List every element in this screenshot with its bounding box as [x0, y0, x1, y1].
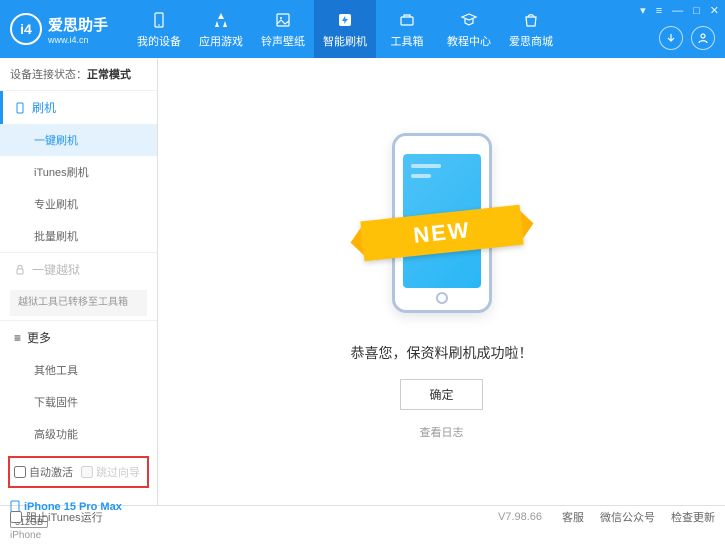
app-url: www.i4.cn [48, 35, 108, 45]
view-log-link[interactable]: 查看日志 [420, 424, 464, 440]
skip-wizard-checkbox[interactable]: 跳过向导 [81, 464, 140, 480]
close-icon[interactable]: ✕ [710, 4, 719, 17]
minimize-icon[interactable]: — [672, 5, 683, 17]
logo: i4 爱思助手 www.i4.cn [10, 13, 108, 45]
version-label: V7.98.66 [498, 511, 542, 523]
sidebar-head-jailbreak: 一键越狱 [0, 253, 157, 286]
toolbox-icon [397, 10, 417, 30]
apps-icon [211, 10, 231, 30]
footer-support[interactable]: 客服 [562, 509, 584, 525]
footer-wechat[interactable]: 微信公众号 [600, 509, 655, 525]
download-button[interactable] [659, 26, 683, 50]
main-content: NEW 恭喜您，保资料刷机成功啦！ 确定 查看日志 [158, 58, 725, 505]
list-icon: ≡ [14, 331, 21, 345]
options-box: 自动激活 跳过向导 [8, 456, 149, 488]
connection-status: 设备连接状态：正常模式 [0, 58, 157, 90]
sidebar-item-firmware[interactable]: 下载固件 [0, 386, 157, 418]
auto-activate-checkbox[interactable]: 自动激活 [14, 464, 73, 480]
app-header: i4 爱思助手 www.i4.cn 我的设备 应用游戏 铃声壁纸 智能刷机 工具… [0, 0, 725, 58]
sidebar-item-pro[interactable]: 专业刷机 [0, 188, 157, 220]
tutorial-icon [459, 10, 479, 30]
nav-tutorials[interactable]: 教程中心 [438, 0, 500, 58]
phone-icon [14, 102, 26, 114]
lock-icon [14, 264, 26, 276]
ok-button[interactable]: 确定 [400, 379, 482, 410]
sidebar-head-more[interactable]: ≡更多 [0, 321, 157, 354]
nav-ringtones[interactable]: 铃声壁纸 [252, 0, 314, 58]
block-itunes-checkbox[interactable]: 阻止iTunes运行 [10, 509, 103, 525]
store-icon [521, 10, 541, 30]
maximize-icon[interactable]: □ [693, 5, 700, 17]
sidebar-head-flash[interactable]: 刷机 [0, 91, 157, 124]
flash-icon [335, 10, 355, 30]
phone-illustration: NEW [372, 123, 512, 323]
device-icon [149, 10, 169, 30]
sidebar-item-batch[interactable]: 批量刷机 [0, 220, 157, 252]
sidebar-item-other[interactable]: 其他工具 [0, 354, 157, 386]
device-type: iPhone [10, 530, 147, 541]
settings-icon[interactable]: ≡ [656, 5, 662, 17]
logo-icon: i4 [10, 13, 42, 45]
sidebar-item-itunes[interactable]: iTunes刷机 [0, 156, 157, 188]
nav-toolbox[interactable]: 工具箱 [376, 0, 438, 58]
wallpaper-icon [273, 10, 293, 30]
user-button[interactable] [691, 26, 715, 50]
footer-update[interactable]: 检查更新 [671, 509, 715, 525]
new-ribbon: NEW [360, 205, 523, 262]
success-message: 恭喜您，保资料刷机成功啦！ [351, 343, 533, 363]
app-title: 爱思助手 [48, 14, 108, 35]
nav-store[interactable]: 爱思商城 [500, 0, 562, 58]
nav-flash[interactable]: 智能刷机 [314, 0, 376, 58]
jailbreak-note: 越狱工具已转移至工具箱 [10, 290, 147, 316]
top-nav: 我的设备 应用游戏 铃声壁纸 智能刷机 工具箱 教程中心 爱思商城 [128, 0, 562, 58]
sidebar-item-advanced[interactable]: 高级功能 [0, 418, 157, 450]
sidebar-item-oneclick[interactable]: 一键刷机 [0, 124, 157, 156]
sidebar: 设备连接状态：正常模式 刷机 一键刷机 iTunes刷机 专业刷机 批量刷机 一… [0, 58, 158, 505]
nav-apps[interactable]: 应用游戏 [190, 0, 252, 58]
nav-my-device[interactable]: 我的设备 [128, 0, 190, 58]
window-controls: ▾ ≡ — □ ✕ [640, 4, 719, 17]
menu-icon[interactable]: ▾ [640, 4, 646, 17]
